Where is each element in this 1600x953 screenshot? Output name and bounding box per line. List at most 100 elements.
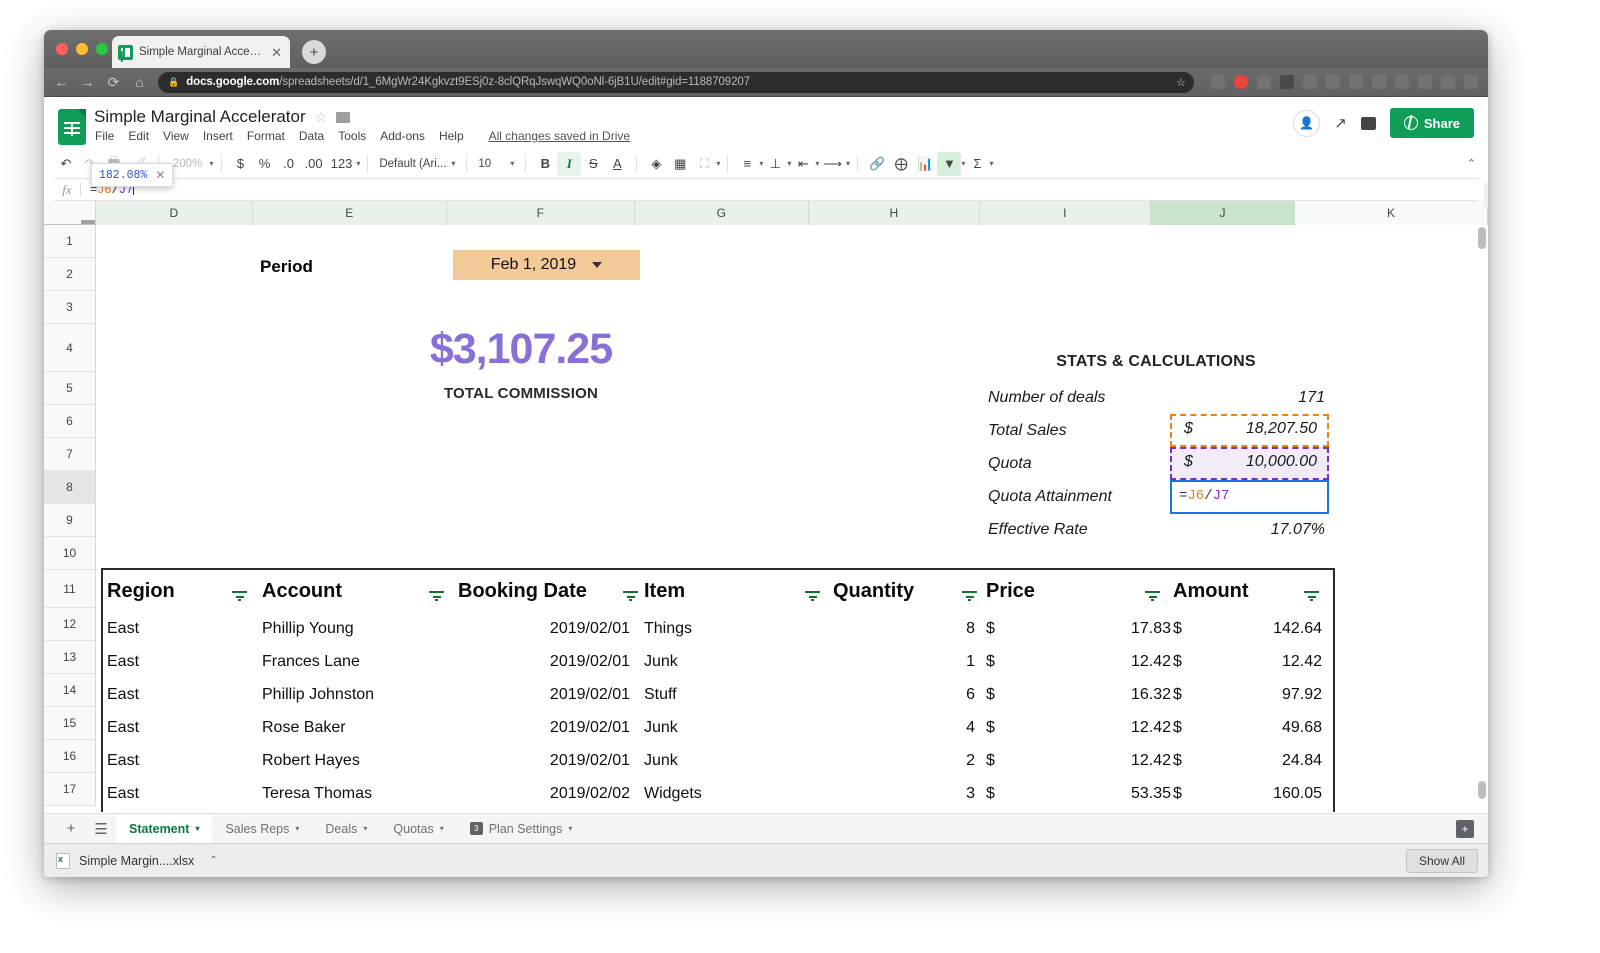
chevron-down-icon[interactable]: ▾	[363, 824, 367, 833]
filter-icon[interactable]	[962, 590, 977, 601]
home-icon[interactable]: ⌂	[132, 75, 147, 89]
new-tab-button[interactable]: +	[302, 40, 326, 64]
filter-icon[interactable]	[623, 590, 638, 601]
extension-icon-7[interactable]	[1349, 75, 1363, 89]
comment-icon[interactable]	[1360, 116, 1376, 130]
row-header-2[interactable]: 2	[44, 258, 95, 291]
row-header-13[interactable]: 13	[44, 641, 95, 674]
extension-icon-1[interactable]	[1211, 75, 1225, 89]
menu-addons[interactable]: Add-ons	[380, 129, 425, 143]
increase-decimal-button[interactable]: .00	[301, 152, 327, 176]
fill-color-icon[interactable]: ◈	[644, 152, 668, 176]
chevron-down-icon[interactable]: ▾	[989, 159, 993, 168]
row-header-5[interactable]: 5	[44, 372, 95, 405]
filter-icon[interactable]	[805, 590, 820, 601]
sheet-tab-plan-settings[interactable]: 3 Plan Settings ▾	[457, 814, 586, 844]
filter-icon[interactable]	[1304, 590, 1319, 601]
address-bar[interactable]: 🔒 docs.google.com/spreadsheets/d/1_6MgWr…	[158, 71, 1194, 93]
filter-icon[interactable]	[232, 590, 247, 601]
bold-button[interactable]: B	[533, 152, 557, 176]
row-header-1[interactable]: 1	[44, 225, 95, 258]
collapse-toolbar-icon[interactable]: ⌃	[1467, 157, 1476, 170]
row-header-16[interactable]: 16	[44, 740, 95, 773]
extension-icon-8[interactable]	[1372, 75, 1386, 89]
column-header-H[interactable]: H	[808, 201, 980, 225]
extension-icon-4[interactable]	[1280, 75, 1294, 89]
chevron-down-icon[interactable]: ▾	[716, 159, 720, 168]
close-window-button[interactable]	[56, 43, 68, 55]
sheet-tab-sales-reps[interactable]: Sales Reps ▾	[212, 814, 312, 844]
chevron-down-icon[interactable]: ▾	[846, 159, 850, 168]
menu-view[interactable]: View	[163, 129, 189, 143]
column-header-I[interactable]: I	[979, 201, 1151, 225]
sheet-tab-statement[interactable]: Statement ▾	[116, 813, 213, 844]
profile-icon[interactable]	[1464, 75, 1478, 89]
percent-format-button[interactable]: %	[253, 152, 277, 176]
back-icon[interactable]: ←	[54, 75, 69, 89]
grid-cells[interactable]: Period Feb 1, 2019 $3,107.25 TOTAL COMMI…	[96, 225, 1488, 814]
all-sheets-button[interactable]: ☰	[86, 820, 116, 838]
folder-icon[interactable]	[336, 111, 351, 123]
row-header-6[interactable]: 6	[44, 405, 95, 438]
extension-icon-2[interactable]	[1234, 75, 1248, 89]
row-header-17[interactable]: 17	[44, 773, 95, 806]
menu-edit[interactable]: Edit	[128, 129, 149, 143]
formula-bar[interactable]: fx =J6/J7	[54, 179, 1478, 201]
extension-icon-3[interactable]	[1257, 75, 1271, 89]
font-family-select[interactable]: Default (Ari... ▾	[375, 152, 459, 176]
browser-tab[interactable]: Simple Marginal Accelerator - ✕	[112, 36, 290, 68]
extension-icon-5[interactable]	[1303, 75, 1317, 89]
row-header-8[interactable]: 8	[44, 471, 95, 504]
chevron-down-icon[interactable]: ▾	[210, 159, 214, 168]
chevron-down-icon[interactable]: ▾	[295, 824, 299, 833]
menu-insert[interactable]: Insert	[203, 129, 233, 143]
extension-icon-9[interactable]	[1395, 75, 1409, 89]
chevron-down-icon[interactable]: ▾	[195, 824, 199, 833]
currency-format-button[interactable]: $	[229, 152, 253, 176]
extension-icon-11[interactable]	[1441, 75, 1455, 89]
sheet-tab-deals[interactable]: Deals ▾	[312, 814, 380, 844]
borders-icon[interactable]: ▦	[668, 152, 692, 176]
row-header-4[interactable]: 4	[44, 324, 95, 372]
row-header-3[interactable]: 3	[44, 291, 95, 324]
horizontal-align-icon[interactable]: ≡	[735, 152, 759, 176]
menu-data[interactable]: Data	[299, 129, 324, 143]
strikethrough-button[interactable]: S	[581, 152, 605, 176]
vertical-scrollbar-thumb-lower[interactable]	[1478, 781, 1486, 799]
page-title[interactable]: Simple Marginal Accelerator	[94, 107, 306, 127]
row-header-15[interactable]: 15	[44, 707, 95, 740]
download-item[interactable]: Simple Margin....xlsx ⌃	[56, 852, 218, 869]
chevron-down-icon[interactable]: ▾	[568, 824, 572, 833]
cell-j8-quota-attainment-editing[interactable]: =J6/J7	[1170, 480, 1329, 514]
insert-chart-icon[interactable]: 📊	[913, 152, 937, 176]
presenting-icon[interactable]: 👤	[1293, 109, 1321, 137]
close-icon[interactable]: ✕	[269, 46, 284, 59]
row-header-9[interactable]: 9	[44, 504, 95, 537]
text-color-button[interactable]: A	[605, 152, 629, 176]
merge-cells-icon[interactable]: ⛶	[692, 152, 716, 176]
chevron-down-icon[interactable]: ▾	[356, 159, 360, 168]
cell-j6-total-sales[interactable]: $ 18,207.50	[1170, 414, 1329, 447]
column-header-G[interactable]: G	[634, 201, 809, 225]
forward-icon[interactable]: →	[80, 75, 95, 89]
filter-icon[interactable]: ▼	[937, 151, 962, 176]
menu-file[interactable]: File	[95, 129, 114, 143]
column-header-K[interactable]: K	[1295, 201, 1488, 225]
column-header-E[interactable]: E	[252, 201, 447, 225]
period-dropdown[interactable]: Feb 1, 2019	[453, 250, 640, 280]
row-header-14[interactable]: 14	[44, 674, 95, 707]
vertical-align-icon[interactable]: ⊥	[763, 152, 787, 176]
extension-icon-10[interactable]	[1418, 75, 1432, 89]
undo-button[interactable]: ↶	[54, 152, 78, 176]
add-sheet-button[interactable]: +	[56, 820, 86, 837]
column-header-J[interactable]: J	[1150, 201, 1296, 225]
functions-icon[interactable]: Σ	[965, 152, 989, 176]
insert-link-icon[interactable]: 🔗	[865, 152, 889, 176]
minimize-window-button[interactable]	[76, 43, 88, 55]
row-header-7[interactable]: 7	[44, 438, 95, 471]
filter-icon[interactable]	[1145, 590, 1160, 601]
text-rotation-icon[interactable]: ⟶	[819, 152, 846, 176]
font-size-select[interactable]: 10 ▾	[474, 152, 518, 176]
extension-icon-6[interactable]	[1326, 75, 1340, 89]
decrease-decimal-button[interactable]: .0	[277, 152, 301, 176]
